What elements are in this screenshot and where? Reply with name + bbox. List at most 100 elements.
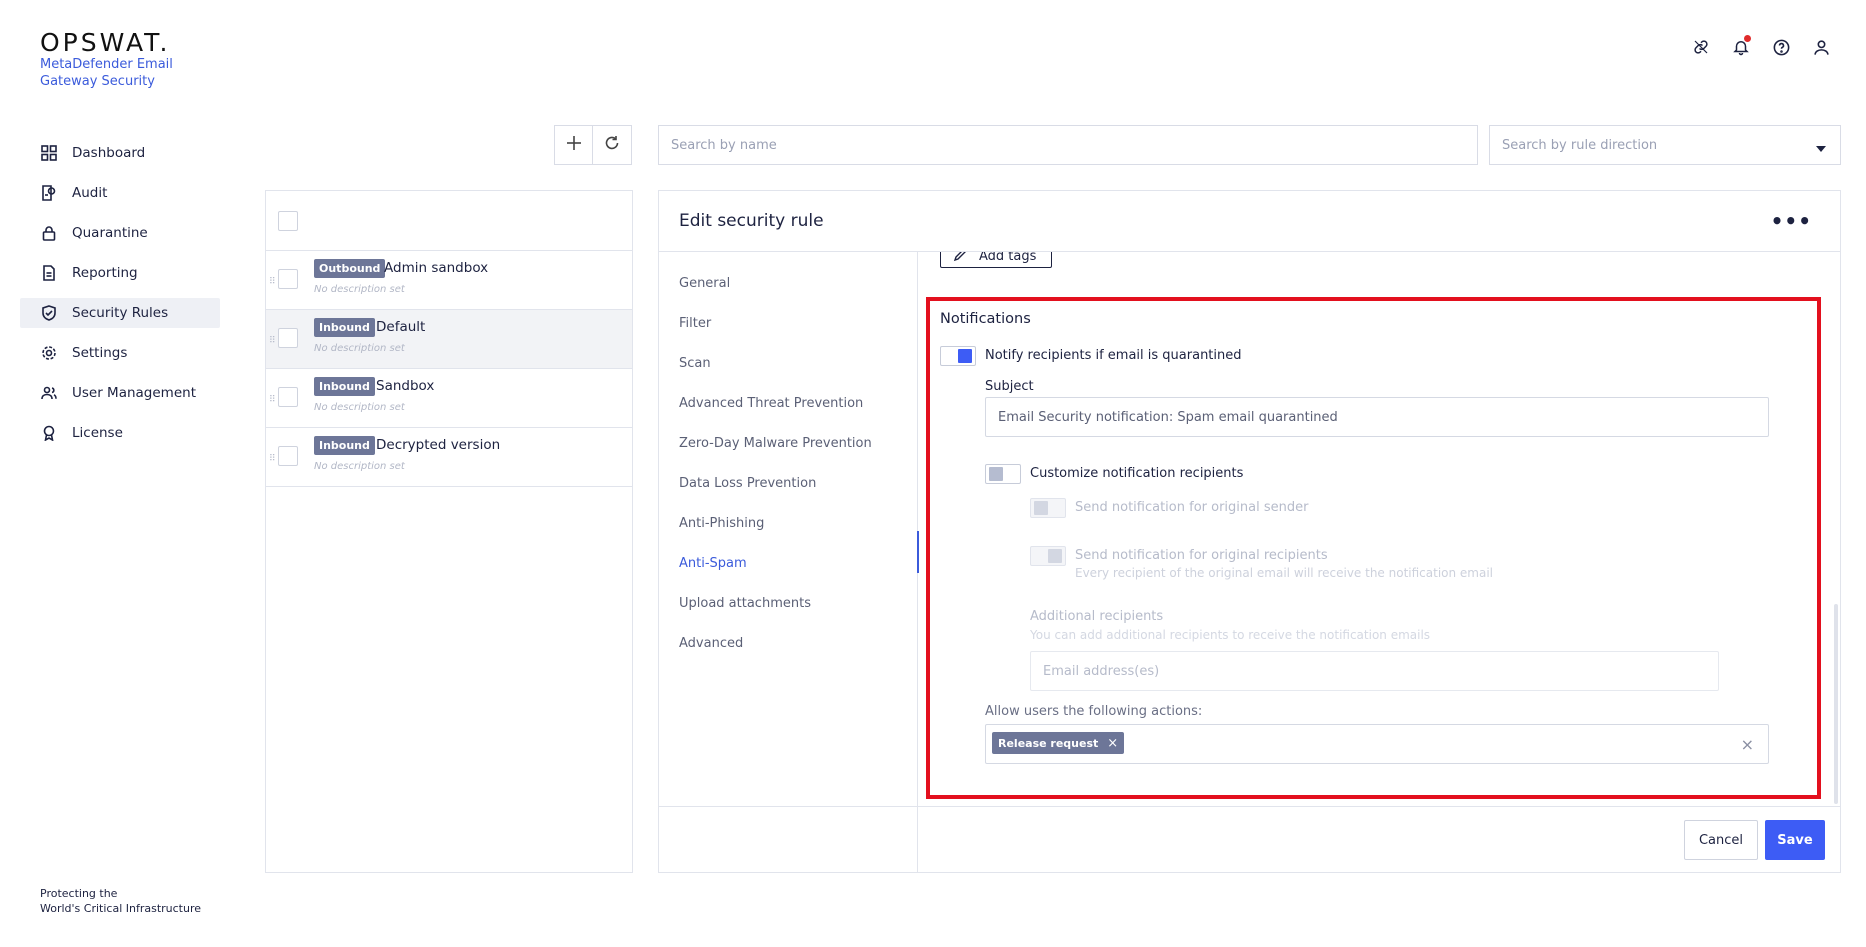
sidebar-item-security-rules[interactable]: Security Rules [20,298,220,328]
link-icon[interactable] [1690,36,1712,58]
add-tags-button[interactable]: Add tags [940,252,1052,268]
allowed-actions-label: Allow users the following actions: [985,704,1203,719]
audit-icon [40,184,58,202]
sidebar-item-label: License [72,425,123,441]
save-button[interactable]: Save [1765,820,1825,860]
scrollbar[interactable] [1834,604,1838,804]
footer-line1: Protecting the [40,887,118,900]
section-scan[interactable]: Scan [679,343,872,383]
drag-handle-icon[interactable]: ⠿ [269,336,276,346]
plus-icon [566,135,582,155]
rules-list-header [266,191,632,251]
chip-label: Release request [998,736,1099,750]
additional-recipients-help: You can add additional recipients to rec… [1030,628,1431,642]
sidebar-item-label: Reporting [72,265,138,281]
sidebar-item-label: Quarantine [72,225,148,241]
rule-description: No description set [314,402,405,413]
sidebar-item-settings[interactable]: Settings [20,338,220,368]
rule-name: Sandbox [376,378,435,394]
section-menu: General Filter Scan Advanced Threat Prev… [679,263,872,663]
section-content: Add tags Notifications Notify recipients… [918,252,1830,805]
section-upload-attachments[interactable]: Upload attachments [679,583,872,623]
rule-name: Admin sandbox [384,260,489,276]
section-data-loss-prevention[interactable]: Data Loss Prevention [679,463,872,503]
sidebar-item-label: Security Rules [72,305,169,321]
section-advanced[interactable]: Advanced [679,623,872,663]
footer-line2: World's Critical Infrastructure [40,902,202,915]
section-zero-day-malware-prevention[interactable]: Zero-Day Malware Prevention [679,423,872,463]
notify-recipients-label: Notify recipients if email is quarantine… [985,348,1242,363]
subject-input[interactable]: Email Security notification: Spam email … [985,397,1769,437]
allowed-actions-select[interactable]: Release request × × [985,724,1769,764]
original-sender-toggle[interactable] [1030,498,1066,518]
section-general[interactable]: General [679,263,872,303]
rule-description: No description set [314,461,405,472]
add-rule-button[interactable] [554,125,594,165]
original-recipients-toggle[interactable] [1030,546,1066,566]
sidebar-item-audit[interactable]: Audit [20,178,220,208]
rule-checkbox[interactable] [278,387,298,407]
edit-panel-title: Edit security rule [679,211,824,231]
users-icon [40,384,58,402]
sidebar-item-quarantine[interactable]: Quarantine [20,218,220,248]
rule-description: No description set [314,284,405,295]
search-by-name-input[interactable]: Search by name [658,125,1478,165]
sidebar-item-label: Audit [72,185,108,201]
section-filter[interactable]: Filter [679,303,872,343]
more-options-icon[interactable]: ••• [1771,209,1812,233]
rule-direction-select[interactable]: Search by rule direction [1489,125,1841,165]
subject-label: Subject [985,379,1034,394]
rule-row[interactable]: ⠿ Inbound Sandbox No description set [266,369,632,428]
toggle-knob [958,349,972,363]
sidebar-item-reporting[interactable]: Reporting [20,258,220,288]
action-chip-release-request: Release request × [992,732,1125,754]
drag-handle-icon[interactable]: ⠿ [269,277,276,287]
footer-divider [659,806,1840,807]
rule-checkbox[interactable] [278,446,298,466]
gear-icon [40,344,58,362]
drag-handle-icon[interactable]: ⠿ [269,454,276,464]
rule-row[interactable]: ⠿ Outbound Admin sandbox No description … [266,251,632,310]
clear-selection-icon[interactable]: × [1741,735,1754,754]
customize-recipients-toggle[interactable] [985,464,1021,484]
bell-icon[interactable] [1730,35,1752,58]
additional-recipients-label: Additional recipients [1030,609,1164,624]
document-icon [40,264,58,282]
original-recipients-help: Every recipient of the original email wi… [1075,566,1494,580]
rule-row[interactable]: ⠿ Inbound Decrypted version No descripti… [266,428,632,487]
rule-checkbox[interactable] [278,328,298,348]
help-icon[interactable] [1770,36,1792,58]
select-all-checkbox[interactable] [278,211,298,231]
cancel-button[interactable]: Cancel [1684,820,1758,860]
dashboard-icon [40,144,58,162]
remove-chip-icon[interactable]: × [1107,736,1118,751]
sidebar-item-dashboard[interactable]: Dashboard [20,138,220,168]
additional-email-input[interactable]: Email address(es) [1030,651,1719,691]
chevron-down-icon [1816,141,1826,156]
section-anti-spam[interactable]: Anti-Spam [679,543,872,583]
toggle-knob [1048,549,1062,563]
rule-row[interactable]: ⠿ Inbound Default No description set [266,310,632,369]
notification-dot [1744,35,1751,42]
drag-handle-icon[interactable]: ⠿ [269,395,276,405]
user-icon[interactable] [1810,36,1832,58]
direction-badge: Inbound [314,377,375,396]
direction-badge: Inbound [314,436,375,455]
sidebar-item-license[interactable]: License [20,418,220,448]
toggle-knob [1034,501,1048,515]
original-recipients-label: Send notification for original recipient… [1075,548,1328,563]
sidebar-item-label: Settings [72,345,128,361]
direction-badge: Outbound [314,259,386,278]
edit-rule-panel: Edit security rule ••• General Filter Sc… [658,190,1841,873]
rule-name: Decrypted version [376,437,501,453]
notifications-heading: Notifications [940,311,1031,327]
refresh-button[interactable] [592,125,632,165]
lock-icon [40,224,58,242]
section-advanced-threat-prevention[interactable]: Advanced Threat Prevention [679,383,872,423]
sidebar-item-user-management[interactable]: User Management [20,378,220,408]
section-anti-phishing[interactable]: Anti-Phishing [679,503,872,543]
rule-checkbox[interactable] [278,269,298,289]
sidebar-item-label: User Management [72,385,196,401]
notify-recipients-toggle[interactable] [940,346,976,366]
refresh-icon [604,135,620,155]
